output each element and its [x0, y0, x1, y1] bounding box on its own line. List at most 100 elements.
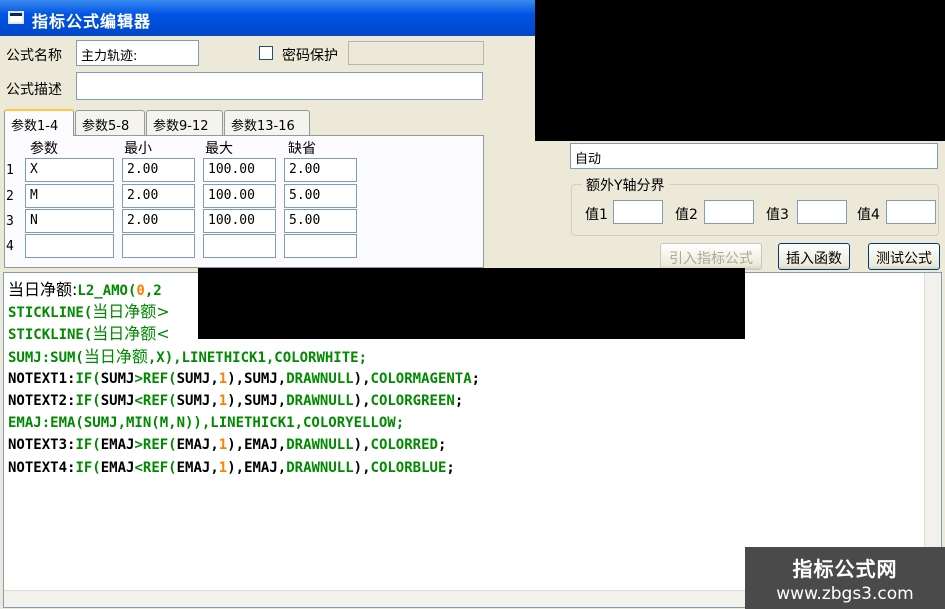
- formula-name-input[interactable]: 主力轨迹:: [76, 40, 199, 66]
- code-line: EMAJ:EMA(SUMJ,MIN(M,N)),LINETHICK1,COLOR…: [8, 412, 480, 434]
- code-line: NOTEXT2:IF(SUMJ<REF(SUMJ,1),SUMJ,DRAWNUL…: [8, 390, 480, 412]
- code-token: ),: [227, 459, 245, 476]
- code-token: 1: [218, 370, 228, 387]
- code-token: IF(: [75, 437, 101, 454]
- param-name-input[interactable]: X: [25, 158, 114, 182]
- code-token: EMAJ,: [176, 437, 219, 454]
- code-token: 当日净额<: [92, 324, 170, 344]
- param-name-input[interactable]: N: [25, 209, 114, 233]
- code-token: EMAJ:EMA(SUMJ,MIN(M,N)),LINETHICK1,COLOR…: [8, 415, 405, 432]
- code-line: SUMJ:SUM(当日净额,X),LINETHICK1,COLORWHITE;: [8, 346, 480, 368]
- code-line: NOTEXT1:IF(SUMJ>REF(SUMJ,1),SUMJ,DRAWNUL…: [8, 368, 480, 390]
- import-formula-button[interactable]: 引入指标公式: [660, 243, 762, 270]
- code-token: 当日净额:: [8, 280, 78, 299]
- code-token: NOTEXT2:: [8, 392, 76, 409]
- test-formula-button[interactable]: 测试公式: [868, 243, 940, 270]
- code-token: SUMJ:SUM(: [8, 349, 84, 366]
- tab-params-13-16[interactable]: 参数13-16: [224, 110, 310, 135]
- param-default-input[interactable]: 5.00: [284, 209, 357, 233]
- param-header-max: 最大: [205, 141, 233, 157]
- code-line: NOTEXT4:IF(EMAJ<REF(EMAJ,1),EMAJ,DRAWNUL…: [8, 457, 480, 479]
- code-token: <: [134, 392, 143, 409]
- code-token: DRAWNULL: [286, 459, 354, 476]
- code-token: 当日净额>: [92, 302, 170, 322]
- axis-value-input[interactable]: [704, 200, 754, 224]
- param-min-input[interactable]: 2.00: [122, 158, 195, 182]
- code-token: EMAJ,: [176, 459, 219, 476]
- param-default-input[interactable]: [284, 234, 357, 258]
- formula-desc-input[interactable]: [76, 72, 483, 100]
- axis-value-label: 值3: [766, 207, 789, 223]
- code-token: ),: [353, 437, 371, 454]
- axis-value-input[interactable]: [613, 200, 663, 224]
- code-token: ,2: [144, 283, 162, 299]
- param-max-input[interactable]: 100.00: [203, 184, 276, 208]
- code-token: ),: [353, 370, 371, 387]
- tab-params-1-4[interactable]: 参数1-4: [4, 109, 74, 136]
- code-line: NOTEXT3:IF(EMAJ>REF(EMAJ,1),EMAJ,DRAWNUL…: [8, 434, 480, 456]
- code-token: ;: [446, 459, 455, 476]
- code-token: ),: [227, 370, 245, 387]
- param-row-num: 1: [6, 163, 14, 178]
- code-token: COLORRED: [370, 437, 438, 454]
- param-header-default: 缺省: [288, 141, 316, 157]
- code-token: SUMJ: [100, 392, 135, 409]
- param-max-input[interactable]: [203, 234, 276, 258]
- code-token: 1: [218, 437, 228, 454]
- code-token: EMAJ,: [244, 459, 287, 476]
- code-token: IF(: [75, 370, 101, 387]
- code-token: SUMJ,: [244, 370, 287, 387]
- code-token: ;: [454, 392, 464, 409]
- watermark-url: www.zbgs3.com: [776, 584, 914, 604]
- axis-value-label: 值4: [857, 207, 880, 223]
- code-token: IF(: [75, 459, 101, 476]
- site-watermark: 指标公式网 www.zbgs3.com: [745, 547, 945, 609]
- code-token: NOTEXT1:: [8, 370, 76, 387]
- axis-value-label: 值1: [585, 207, 608, 223]
- code-token: REF(: [142, 459, 177, 476]
- code-token: DRAWNULL: [286, 437, 354, 454]
- param-name-input[interactable]: M: [25, 184, 114, 208]
- code-token: ,X),LINETHICK1,COLORWHITE;: [147, 349, 368, 366]
- code-token: NOTEXT4:: [8, 459, 76, 476]
- code-token: SUMJ,: [176, 370, 219, 387]
- param-row-num: 3: [6, 214, 14, 229]
- tab-params-5-8[interactable]: 参数5-8: [75, 110, 145, 135]
- code-token: STICKLINE(: [8, 327, 93, 344]
- code-token: >: [134, 437, 143, 454]
- code-token: 1: [218, 459, 228, 476]
- param-row-num: 2: [6, 189, 14, 204]
- param-max-input[interactable]: 100.00: [203, 209, 276, 233]
- code-token: ),: [227, 392, 245, 409]
- param-header-min: 最小: [124, 141, 152, 157]
- code-token: NOTEXT3:: [8, 437, 76, 454]
- code-token: EMAJ: [100, 437, 135, 454]
- code-token: <: [134, 459, 143, 476]
- title-bar[interactable]: 指标公式编辑器: [0, 0, 535, 36]
- code-token: EMAJ,: [244, 437, 287, 454]
- axis-value-input[interactable]: [797, 200, 847, 224]
- password-input: [348, 41, 484, 65]
- code-token: 1: [218, 392, 228, 409]
- param-min-input[interactable]: 2.00: [122, 184, 195, 208]
- code-token: >: [134, 370, 143, 387]
- param-max-input[interactable]: 100.00: [203, 158, 276, 182]
- insert-function-button[interactable]: 插入函数: [778, 243, 850, 270]
- password-checkbox[interactable]: [259, 46, 273, 60]
- window-icon: [8, 11, 24, 24]
- param-min-input[interactable]: 2.00: [122, 209, 195, 233]
- param-name-input[interactable]: [25, 234, 114, 258]
- window-title: 指标公式编辑器: [32, 12, 152, 31]
- axis-mode-select[interactable]: 自动: [570, 143, 938, 169]
- param-default-input[interactable]: 2.00: [284, 158, 357, 182]
- password-label: 密码保护: [282, 48, 338, 64]
- code-token: 当日净额: [83, 346, 148, 366]
- code-token: ),: [353, 392, 371, 409]
- param-header-name: 参数: [30, 141, 58, 157]
- code-token: STICKLINE(: [8, 305, 93, 322]
- param-min-input[interactable]: [122, 234, 195, 258]
- tab-params-9-12[interactable]: 参数9-12: [146, 110, 223, 135]
- param-default-input[interactable]: 5.00: [284, 184, 357, 208]
- axis-value-input[interactable]: [886, 200, 936, 224]
- code-token: REF(: [142, 437, 177, 454]
